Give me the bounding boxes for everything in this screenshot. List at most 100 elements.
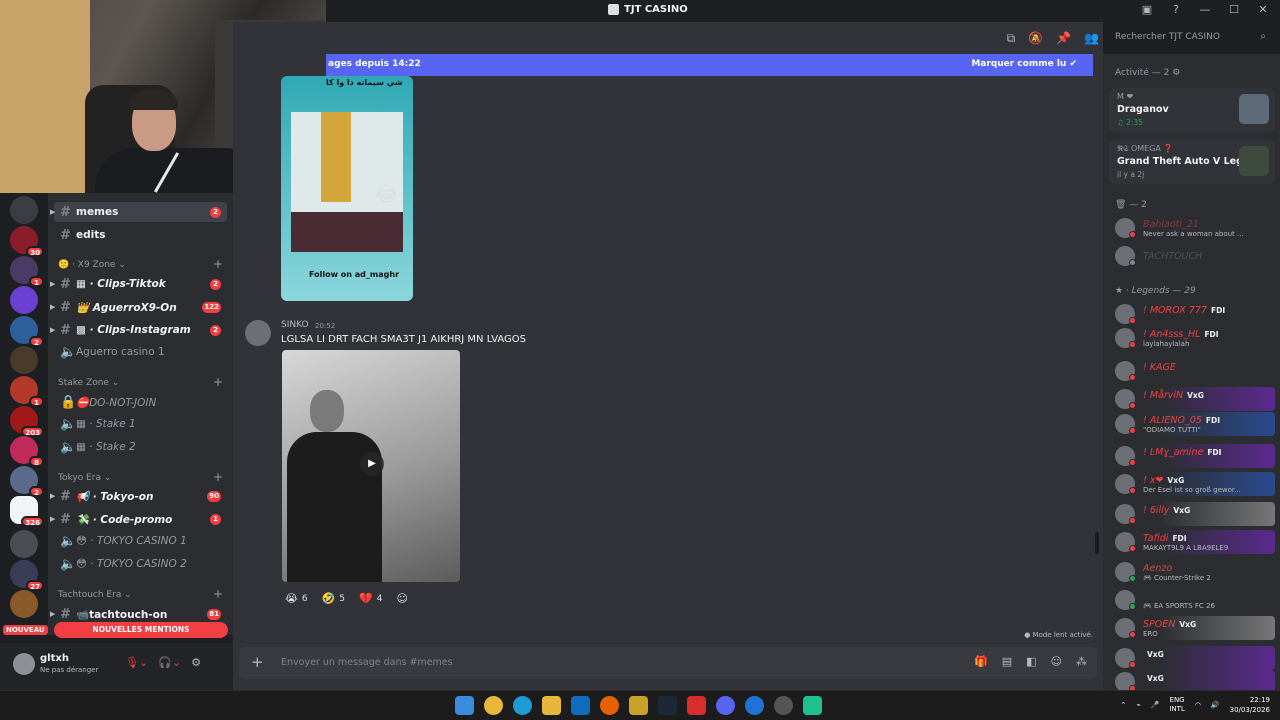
browser-icon[interactable] [745,696,764,715]
chrome-icon[interactable] [484,696,503,715]
language-indicator[interactable]: ENG INTL [1169,696,1184,714]
category-stake-zone[interactable]: Stake Zone ⌄ + [58,376,223,388]
new-messages-bar[interactable]: ages depuis 14:22 Marquer comme lu ✔ [326,54,1093,76]
member-row[interactable]: ! x❤ VxG Der Esel ist so groß gewor... [1109,472,1275,496]
server-icon[interactable]: 203 [10,406,44,437]
firefox-icon[interactable] [600,696,619,715]
server-icon[interactable] [10,286,38,314]
volume-icon[interactable]: 🔊 [1211,701,1220,709]
play-icon[interactable]: ▶ [360,452,384,476]
gift-icon[interactable]: 🎁 [974,655,988,668]
server-icon[interactable] [10,196,38,224]
member-row[interactable]: ! ALIENO_05 FDI "ODIAMO TUTTI" [1109,412,1275,436]
notes-icon[interactable] [629,696,648,715]
channel-memes[interactable]: ▶ # memes 2 [50,202,227,222]
reaction-button[interactable]: 🤣 5 [318,590,349,607]
sticker-icon[interactable]: ◧ [1026,655,1036,668]
gear-icon[interactable]: ⚙ [191,656,201,669]
minimize-button[interactable]: — [1198,3,1212,16]
network-icon[interactable]: ⌁ [1136,701,1140,709]
server-icon[interactable]: 326 [10,496,44,527]
message-composer[interactable]: + Envoyer un message dans #memes 🎁 ▤ ◧ ☺… [239,647,1097,679]
member-row[interactable]: TACHTOUCH [1109,244,1275,268]
member-row[interactable]: ! 6illy VxG [1109,502,1275,526]
category-tokyo-era[interactable]: Tokyo Era ⌄ + [58,471,223,483]
outlook-icon[interactable] [571,696,590,715]
server-icon[interactable] [10,346,38,374]
start-icon[interactable] [455,696,474,715]
voice-tokyo-casino-2[interactable]: 🔈 😳 · TOKYO CASINO 2 [54,554,227,574]
help-icon[interactable]: ? [1169,3,1183,16]
chevron-up-icon[interactable]: ⌃ [1121,701,1127,709]
deafen-icon[interactable]: 🎧⌄ [158,656,181,669]
mute-mic-icon[interactable]: 🎙⌄ [125,656,148,669]
member-row[interactable]: Aenzo 🎮 Counter-Strike 2 [1109,560,1275,584]
clock[interactable]: 22:19 30/03/2026 [1230,695,1270,715]
microphone-icon[interactable]: 🎤 [1151,701,1160,709]
members-icon[interactable]: 👥 [1084,31,1099,46]
threads-icon[interactable]: ⧉ [1007,31,1016,46]
add-channel-icon[interactable]: + [213,471,223,483]
server-icon[interactable]: 27 [10,560,44,591]
discord-icon[interactable] [716,696,735,715]
category-x9-zone[interactable]: 🙂 · X9 Zone ⌄ + [58,258,223,270]
member-row[interactable]: Tafidi FDI MAKAYT9L9 A LBA9ELE9 [1109,530,1275,554]
member-row[interactable]: ! KAGE [1109,359,1275,383]
voice-do-not-join[interactable]: 🔒 ⛔DO-NOT-JOIN [54,392,227,412]
notifications-icon[interactable]: 🔕 [1028,31,1043,46]
channel-tachtouch-on[interactable]: ▶ # 📹tachtouch-on 81 [50,604,227,624]
settings-icon[interactable] [774,696,793,715]
channel-tokyo-on[interactable]: ▶ # 📢 · Tokyo-on 90 [50,486,227,506]
member-row[interactable]: ! ĿMɣ_amine FDI [1109,444,1275,468]
app-icon[interactable] [687,696,706,715]
message-input[interactable]: Envoyer un message dans #memes [281,657,453,668]
activity-card[interactable]: M ❤ Draganov ♫ 2:35 [1109,88,1275,132]
media-attachment[interactable]: شي سيماته دا وا كا 😂 Follow on ad_maghr [281,76,413,301]
server-icon[interactable]: 30 [10,226,44,257]
server-icon[interactable]: 1 [10,256,44,287]
apps-icon[interactable]: ⁂ [1076,655,1087,668]
add-channel-icon[interactable]: + [213,258,223,270]
steam-icon[interactable] [658,696,677,715]
maximize-button[interactable]: ☐ [1227,3,1241,16]
pin-icon[interactable]: 📌 [1056,31,1071,46]
inbox-icon[interactable]: ▣ [1140,3,1154,16]
add-attachment-icon[interactable]: + [251,653,264,671]
activity-card[interactable]: 𝕹𝕾 OMEGA ❓ Grand Theft Auto V Legacy il … [1109,140,1275,184]
wifi-icon[interactable]: ◠ [1195,701,1201,709]
server-icon[interactable] [10,530,38,558]
voice-tokyo-casino-1[interactable]: 🔈 😳 · TOKYO CASINO 1 [54,531,227,551]
message-author[interactable]: SINKO [281,320,309,330]
add-reaction-button[interactable]: ☺ [392,590,411,607]
server-icon[interactable]: 2 [10,466,44,497]
add-channel-icon[interactable]: + [213,376,223,388]
channel-clips-instagram[interactable]: ▶ # ▩ · Clips-Instagram 2 [50,320,227,340]
member-row[interactable]: VxG [1109,670,1275,690]
voice-stake-2[interactable]: 🔈 ▦ · Stake 2 [54,437,227,457]
server-icon[interactable] [10,590,38,618]
reaction-button[interactable]: 💔 4 [355,590,386,607]
reaction-button[interactable]: 😭 6 [281,590,312,607]
new-mentions-button[interactable]: NOUVELLES MENTIONS [54,622,228,638]
search-input[interactable]: Rechercher TJT CASINO ⌕ [1108,28,1272,48]
member-row[interactable]: 🎮 EA SPORTS FC 26 [1109,588,1275,612]
voice-stake-1[interactable]: 🔈 ▦ · Stake 1 [54,414,227,434]
category-tachtouch-era[interactable]: Tachtouch Era ⌄ + [58,588,223,600]
avatar[interactable] [245,320,271,346]
channel-code-promo[interactable]: ▶ # 💸 · Code-promo 1 [50,509,227,529]
channel-edits[interactable]: # edits [54,225,227,245]
add-channel-icon[interactable]: + [213,588,223,600]
channel-clips-tiktok[interactable]: ▶ # ▦ · Clips-Tiktok 2 [50,274,227,294]
file-explorer-icon[interactable] [542,696,561,715]
video-attachment[interactable]: ▶ [282,350,460,582]
mark-as-read-button[interactable]: Marquer comme lu ✔ [971,59,1077,69]
server-icon[interactable]: 8 [10,436,44,467]
emoji-icon[interactable]: ☺ [1051,655,1062,668]
member-row[interactable]: VxG [1109,646,1275,670]
server-icon[interactable]: 2 [10,316,44,347]
edge-icon[interactable] [513,696,532,715]
server-icon[interactable]: 1 [10,376,44,407]
channel-aguerrox9-on[interactable]: ▶ # 👑 AguerroX9-On 122 [50,297,227,317]
gif-icon[interactable]: ▤ [1002,655,1012,668]
member-row[interactable]: ! MårviN VxG [1109,387,1275,411]
